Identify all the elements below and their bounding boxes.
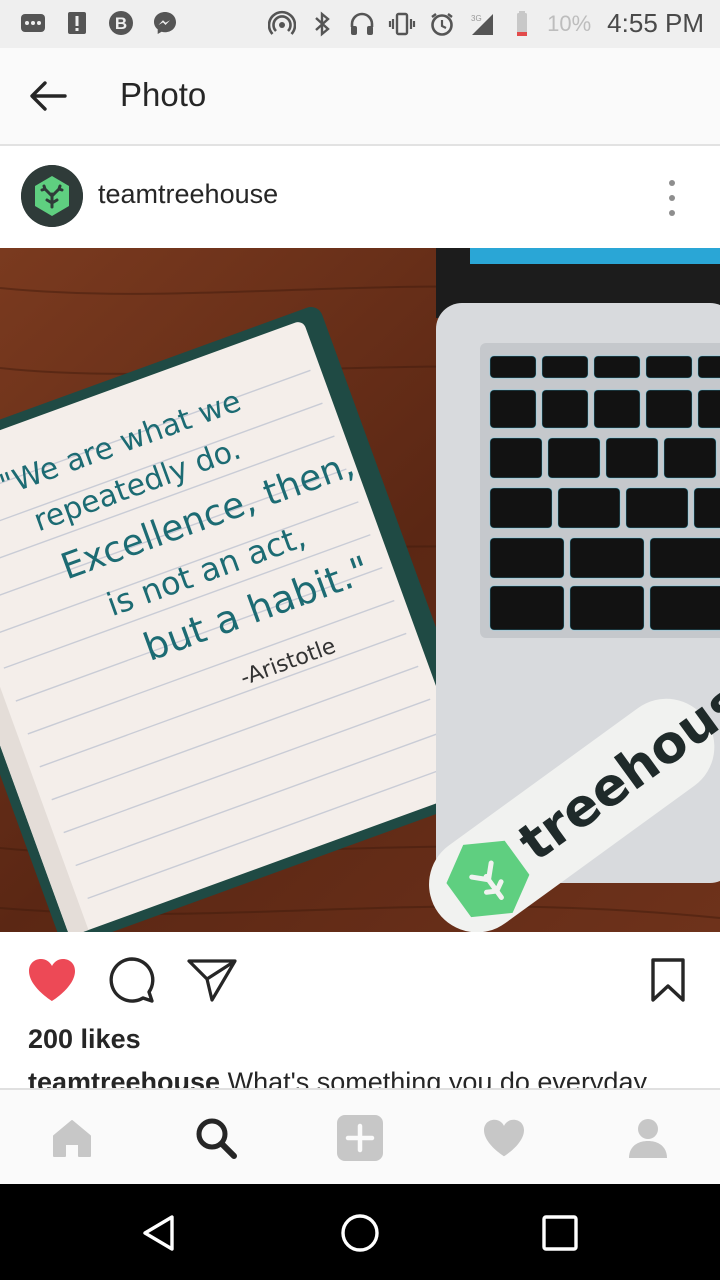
svg-text:B: B: [115, 14, 127, 33]
messenger-icon: [150, 8, 180, 38]
search-icon: [196, 1118, 237, 1159]
avatar[interactable]: [21, 165, 83, 227]
system-back-button[interactable]: [134, 1208, 184, 1258]
laptop-keyboard: [489, 355, 720, 631]
dot: [669, 210, 675, 216]
post-header: teamtreehouse: [0, 146, 720, 248]
system-recents-button[interactable]: [535, 1208, 585, 1258]
send-icon: [187, 959, 237, 1002]
like-button[interactable]: [26, 954, 78, 1006]
post-caption: teamtreehouse What's something you do ev…: [28, 1066, 708, 1088]
bluetooth-icon: [307, 9, 337, 39]
nav-home[interactable]: [44, 1110, 100, 1166]
square-recents-icon: [542, 1215, 578, 1251]
profile-icon: [629, 1119, 667, 1158]
top-app-bar: Photo: [0, 48, 720, 146]
back-button[interactable]: [22, 72, 74, 120]
battery-icon: [507, 9, 537, 39]
home-icon: [53, 1120, 91, 1157]
status-bar: B 3G 10% 4:55 PM: [0, 0, 720, 48]
vibrate-icon: [387, 9, 417, 39]
comment-button[interactable]: [106, 954, 158, 1006]
system-nav-bar: [0, 1184, 720, 1280]
post-username[interactable]: teamtreehouse: [98, 179, 278, 210]
post-photo[interactable]: "We are what we repeatedly do. Excellenc…: [0, 248, 720, 932]
headset-icon: [347, 9, 377, 39]
nav-search[interactable]: [188, 1110, 244, 1166]
add-icon: [337, 1115, 383, 1161]
clock: 4:55 PM: [607, 8, 704, 38]
signal-icon: 3G: [467, 9, 497, 39]
system-home-button[interactable]: [335, 1208, 385, 1258]
nav-activity[interactable]: [476, 1110, 532, 1166]
message-icon: [18, 8, 48, 38]
nav-profile[interactable]: [620, 1110, 676, 1166]
heart-icon: [484, 1119, 524, 1157]
treehouse-logo-icon: [21, 165, 83, 227]
arrow-back-icon: [30, 81, 67, 111]
dot: [669, 195, 675, 201]
alarm-icon: [427, 9, 457, 39]
save-button[interactable]: [642, 954, 694, 1006]
comment-icon: [109, 957, 155, 1003]
hotspot-icon: [267, 9, 297, 39]
bottom-nav: [0, 1088, 720, 1186]
bookmark-icon: [651, 958, 685, 1002]
battery-percent: 10%: [547, 10, 592, 36]
likes-count[interactable]: 200 likes: [28, 1024, 141, 1055]
alert-icon: [62, 8, 92, 38]
photo-illustration: "We are what we repeatedly do. Excellenc…: [0, 248, 720, 932]
svg-text:3G: 3G: [471, 14, 482, 23]
nav-add[interactable]: [332, 1110, 388, 1166]
circle-home-icon: [341, 1214, 379, 1252]
post-actions: [0, 932, 720, 1026]
heart-filled-icon: [29, 959, 75, 1001]
dot: [669, 180, 675, 186]
b-icon: B: [106, 8, 136, 38]
triangle-back-icon: [143, 1215, 174, 1251]
caption-text: What's something you do everyday: [227, 1067, 647, 1088]
share-button[interactable]: [186, 954, 238, 1006]
page-title: Photo: [120, 76, 207, 113]
caption-username[interactable]: teamtreehouse: [28, 1067, 220, 1088]
more-options-button[interactable]: [656, 176, 688, 220]
